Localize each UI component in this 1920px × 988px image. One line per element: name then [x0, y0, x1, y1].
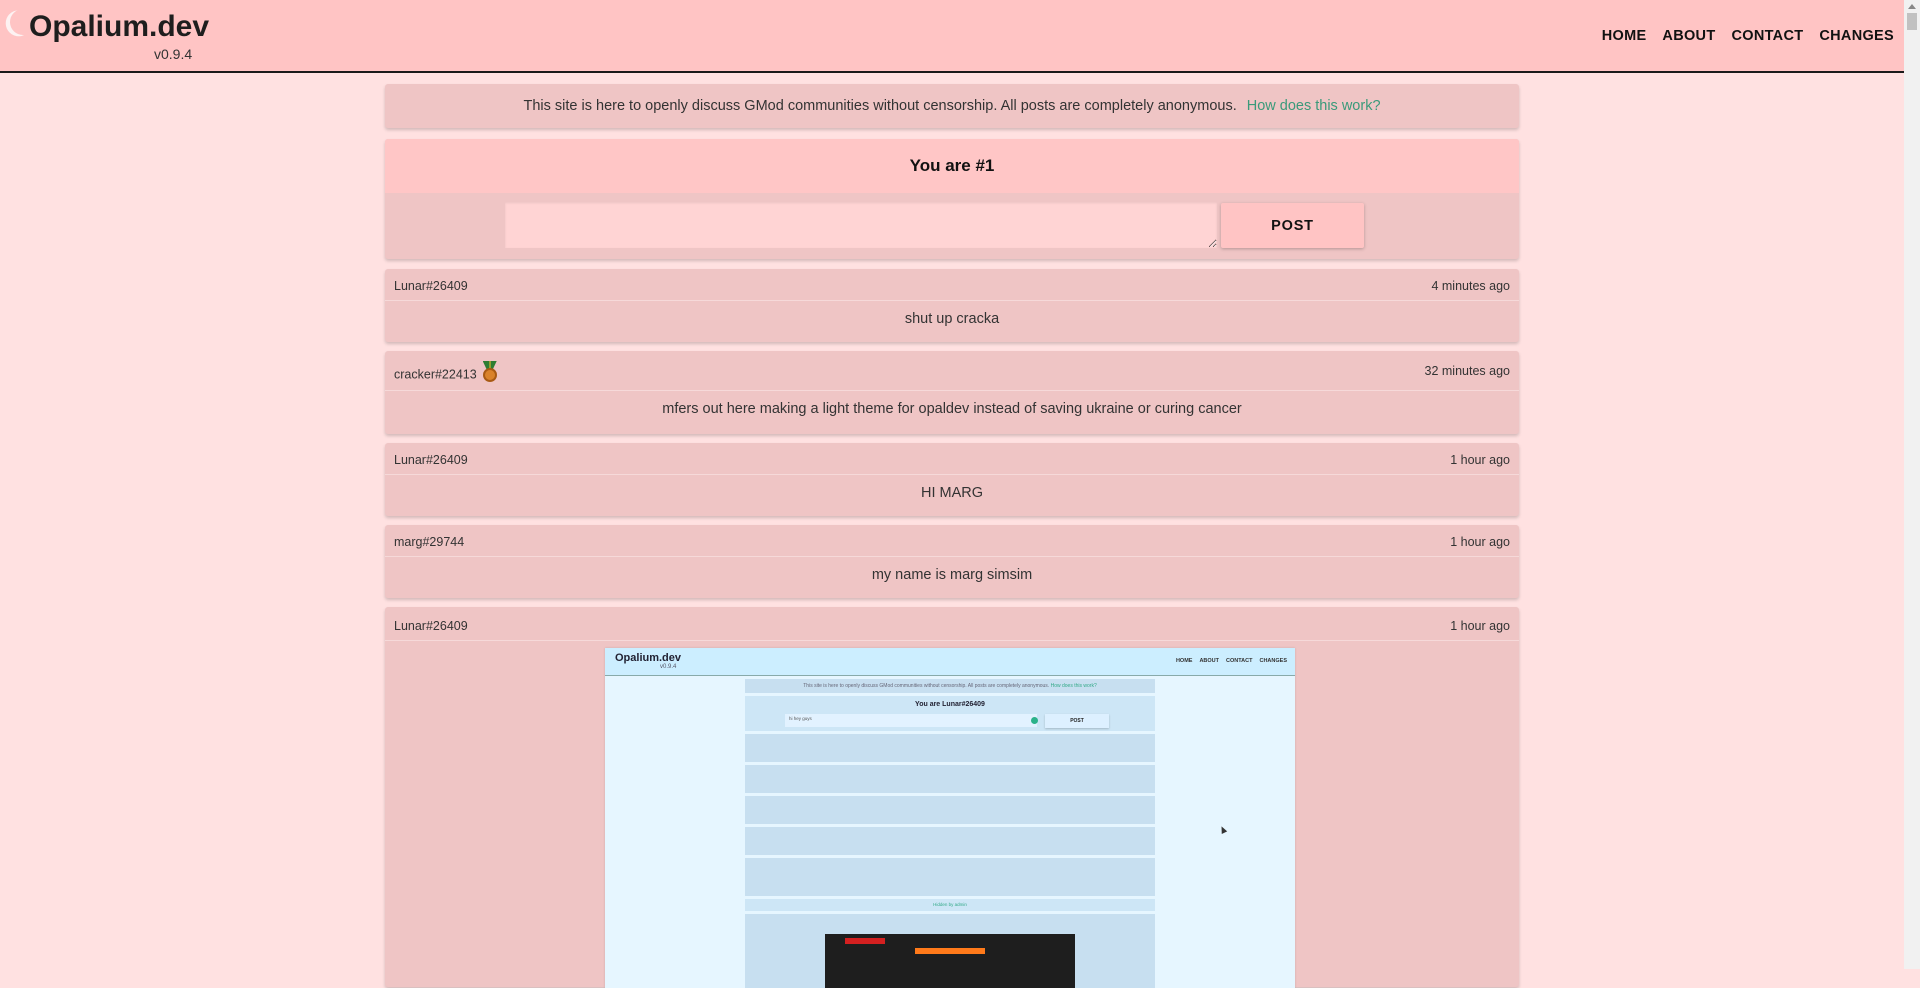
- post-meta: cracker#22413 32 minutes ago: [385, 351, 1519, 391]
- embedded-input: hi hey guys: [785, 714, 1037, 727]
- post-card: Lunar#26409 1 hour ago HI MARG: [385, 443, 1519, 516]
- composer-heading: You are #1: [385, 139, 1519, 193]
- post-time: 1 hour ago: [1450, 535, 1510, 549]
- post-image[interactable]: Opalium.dev v0.9.4 HOME ABOUT CONTACT CH…: [605, 648, 1295, 988]
- post-author: marg#29744: [394, 535, 465, 549]
- post-time: 1 hour ago: [1450, 619, 1510, 633]
- post-meta: Lunar#26409 4 minutes ago: [385, 269, 1519, 301]
- embedded-header: Opalium.dev v0.9.4 HOME ABOUT CONTACT CH…: [605, 648, 1295, 676]
- embedded-composer: You are Lunar#26409 hi hey guys POST: [745, 696, 1155, 731]
- post-textarea[interactable]: [505, 202, 1217, 248]
- post-time: 4 minutes ago: [1431, 279, 1510, 293]
- embedded-nav-home: HOME: [1175, 658, 1193, 664]
- embedded-post: [745, 827, 1155, 855]
- post-meta: marg#29744 1 hour ago: [385, 525, 1519, 557]
- medal-icon: [481, 361, 499, 383]
- post-card: cracker#22413 32 minutes ago mfers out h…: [385, 351, 1519, 434]
- notice-text: This site is here to openly discuss GMod…: [523, 98, 1237, 114]
- post-author: cracker#22413: [394, 361, 499, 386]
- embedded-heading: You are Lunar#26409: [915, 701, 985, 708]
- nav-about[interactable]: ABOUT: [1662, 28, 1715, 44]
- post-time: 1 hour ago: [1450, 453, 1510, 467]
- scrollbar-thumb[interactable]: [1907, 13, 1917, 30]
- post-author: Lunar#26409: [394, 453, 468, 467]
- how-it-works-link[interactable]: How does this work?: [1247, 98, 1381, 114]
- embedded-notice-text: This site is here to openly discuss GMod…: [803, 683, 1050, 689]
- post-body: mfers out here making a light theme for …: [662, 401, 1242, 417]
- nav-changes[interactable]: CHANGES: [1819, 28, 1894, 44]
- site-title[interactable]: Opalium.dev: [29, 10, 209, 44]
- post-author-name: cracker#22413: [394, 367, 477, 382]
- post-author: Lunar#26409: [394, 279, 468, 293]
- embedded-orange-bar: [915, 948, 985, 954]
- post-body: HI MARG: [920, 485, 984, 501]
- post-meta: Lunar#26409 1 hour ago: [385, 607, 1519, 641]
- embedded-red-bar: [845, 938, 885, 944]
- embedded-nav-changes: CHANGES: [1259, 658, 1287, 664]
- embedded-dark-image: [825, 934, 1075, 988]
- site-header: Opalium.dev v0.9.4 HOME ABOUT CONTACT CH…: [0, 0, 1904, 73]
- site-version: v0.9.4: [154, 46, 193, 62]
- main-nav: HOME ABOUT CONTACT CHANGES: [1602, 0, 1894, 71]
- post-time: 32 minutes ago: [1424, 364, 1510, 378]
- post-body: shut up cracka: [904, 311, 1000, 327]
- mouse-cursor-icon: [1218, 825, 1228, 834]
- embedded-post: [745, 796, 1155, 824]
- embedded-nav-about: ABOUT: [1199, 658, 1219, 664]
- nav-home[interactable]: HOME: [1602, 28, 1647, 44]
- post-body: my name is marg simsim: [871, 567, 1033, 583]
- embedded-nav-contact: CONTACT: [1226, 658, 1253, 664]
- embedded-post: [745, 734, 1155, 762]
- embedded-post-button: POST: [1045, 714, 1109, 728]
- post-meta: Lunar#26409 1 hour ago: [385, 443, 1519, 475]
- embedded-post: [745, 858, 1155, 896]
- post-card: Lunar#26409 4 minutes ago shut up cracka: [385, 269, 1519, 342]
- page-scrollbar[interactable]: [1904, 0, 1920, 969]
- embedded-version: v0.9.4: [660, 664, 677, 670]
- post-button[interactable]: POST: [1221, 203, 1364, 248]
- post-card-image: Lunar#26409 1 hour ago Opalium.dev v0.9.…: [385, 607, 1519, 988]
- embedded-title: Opalium.dev: [615, 652, 682, 664]
- post-composer: You are #1 POST: [385, 139, 1519, 259]
- embedded-notice: This site is here to openly discuss GMod…: [745, 679, 1155, 693]
- post-author: Lunar#26409: [394, 619, 468, 633]
- post-card: marg#29744 1 hour ago my name is marg si…: [385, 525, 1519, 598]
- emoji-icon: [1031, 717, 1038, 724]
- embedded-post: [745, 765, 1155, 793]
- nav-contact[interactable]: CONTACT: [1731, 28, 1803, 44]
- embedded-notice-link: How does this work?: [1050, 683, 1097, 689]
- scroll-up-arrow-icon[interactable]: [1908, 4, 1916, 9]
- info-notice: This site is here to openly discuss GMod…: [385, 84, 1519, 128]
- embedded-hidden-label: Hidden by admin: [745, 899, 1155, 911]
- embedded-nav: HOME ABOUT CONTACT CHANGES: [1176, 658, 1287, 664]
